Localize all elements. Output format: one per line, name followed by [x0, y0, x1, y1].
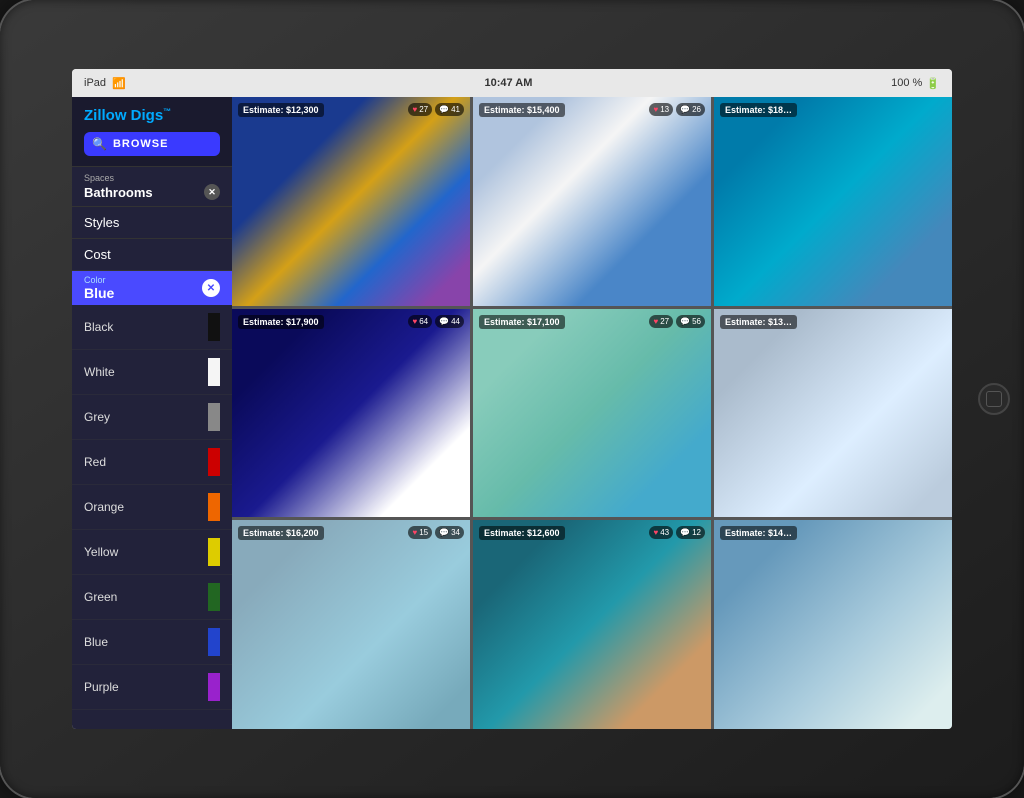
color-item-white[interactable]: White	[72, 350, 232, 395]
color-item-label: Blue	[84, 635, 108, 649]
spaces-filter[interactable]: Spaces Bathrooms ✕	[72, 167, 232, 207]
color-filter-label: Color	[84, 275, 114, 285]
browse-row[interactable]: 🔍 BROWSE	[84, 132, 220, 156]
ipad-device: iPad 📶 10:47 AM 100 % 🔋 Zillow Digs™ 🔍	[0, 0, 1024, 798]
hearts-badge-1: ♥27	[408, 103, 432, 116]
color-swatch-blue	[208, 628, 220, 656]
main-area: Zillow Digs™ 🔍 BROWSE Spaces Bathrooms ✕	[72, 97, 952, 729]
color-item-grey[interactable]: Grey	[72, 395, 232, 440]
browse-label: BROWSE	[113, 138, 169, 150]
status-right: 100 % 🔋	[891, 77, 940, 90]
color-filter-active[interactable]: Color Blue ✕	[72, 271, 232, 305]
hearts-badge-2: ♥13	[649, 103, 673, 116]
grid-item-1[interactable]: Estimate: $12,300 ♥27 💬41	[232, 97, 470, 306]
color-item-black[interactable]: Black	[72, 305, 232, 350]
device-model: iPad	[84, 77, 106, 89]
social-badges-4: ♥64 💬44	[408, 315, 464, 328]
home-button-inner	[986, 391, 1002, 407]
wifi-icon: 📶	[112, 77, 126, 90]
color-item-label: Black	[84, 320, 113, 334]
color-item-blue[interactable]: Blue	[72, 620, 232, 665]
ipad-screen: iPad 📶 10:47 AM 100 % 🔋 Zillow Digs™ 🔍	[72, 69, 952, 729]
color-item-label: Red	[84, 455, 106, 469]
spaces-filter-label: Spaces	[84, 173, 220, 183]
hearts-badge-7: ♥15	[408, 526, 432, 539]
styles-filter[interactable]: Styles	[72, 207, 232, 239]
comments-badge-1: 💬41	[435, 103, 464, 116]
color-swatch-white	[208, 358, 220, 386]
color-swatch-orange	[208, 493, 220, 521]
estimate-label-1: Estimate: $12,300	[238, 103, 324, 117]
sidebar-header: Zillow Digs™ 🔍 BROWSE	[72, 97, 232, 167]
color-item-yellow[interactable]: Yellow	[72, 530, 232, 575]
grid-item-4[interactable]: Estimate: $17,900 ♥64 💬44	[232, 309, 470, 518]
status-bar: iPad 📶 10:47 AM 100 % 🔋	[72, 69, 952, 97]
comments-badge-8: 💬12	[676, 526, 705, 539]
color-item-label: Orange	[84, 500, 124, 514]
grid-item-5[interactable]: Estimate: $17,100 ♥27 💬56	[473, 309, 711, 518]
color-item-label: Yellow	[84, 545, 118, 559]
estimate-label-5: Estimate: $17,100	[479, 315, 565, 329]
comments-badge-7: 💬34	[435, 526, 464, 539]
grid-item-6[interactable]: Estimate: $13…	[714, 309, 952, 518]
battery-icon: 🔋	[926, 77, 940, 90]
social-badges-1: ♥27 💬41	[408, 103, 464, 116]
cost-filter[interactable]: Cost	[72, 239, 232, 271]
social-badges-2: ♥13 💬26	[649, 103, 705, 116]
color-item-label: Purple	[84, 680, 119, 694]
social-badges-5: ♥27 💬56	[649, 315, 705, 328]
estimate-label-2: Estimate: $15,400	[479, 103, 565, 117]
color-item-label: White	[84, 365, 115, 379]
status-time: 10:47 AM	[484, 77, 532, 89]
estimate-label-9: Estimate: $14…	[720, 526, 797, 540]
search-icon: 🔍	[92, 137, 107, 151]
app-title: Zillow Digs™	[84, 107, 220, 124]
social-badges-7: ♥15 💬34	[408, 526, 464, 539]
estimate-label-6: Estimate: $13…	[720, 315, 797, 329]
color-item-label: Grey	[84, 410, 110, 424]
color-list: Black White Grey Red Orange Yellow Green…	[72, 305, 232, 710]
estimate-label-3: Estimate: $18…	[720, 103, 797, 117]
color-swatch-purple	[208, 673, 220, 701]
color-filter-value: Blue	[84, 285, 114, 301]
color-item-orange[interactable]: Orange	[72, 485, 232, 530]
hearts-badge-4: ♥64	[408, 315, 432, 328]
estimate-label-4: Estimate: $17,900	[238, 315, 324, 329]
content-grid: Estimate: $12,300 ♥27 💬41 Estimate: $15,…	[232, 97, 952, 729]
color-clear-button[interactable]: ✕	[202, 279, 220, 297]
comments-badge-5: 💬56	[676, 315, 705, 328]
comments-badge-2: 💬26	[676, 103, 705, 116]
spaces-clear-button[interactable]: ✕	[204, 184, 220, 200]
color-item-label: Green	[84, 590, 117, 604]
home-button[interactable]	[978, 383, 1010, 415]
status-left: iPad 📶	[84, 77, 126, 90]
hearts-badge-8: ♥43	[649, 526, 673, 539]
color-swatch-green	[208, 583, 220, 611]
estimate-label-8: Estimate: $12,600	[479, 526, 565, 540]
spaces-filter-value: Bathrooms ✕	[84, 184, 220, 200]
color-item-green[interactable]: Green	[72, 575, 232, 620]
color-swatch-grey	[208, 403, 220, 431]
grid-item-2[interactable]: Estimate: $15,400 ♥13 💬26	[473, 97, 711, 306]
color-item-purple[interactable]: Purple	[72, 665, 232, 710]
grid-item-3[interactable]: Estimate: $18…	[714, 97, 952, 306]
hearts-badge-5: ♥27	[649, 315, 673, 328]
estimate-label-7: Estimate: $16,200	[238, 526, 324, 540]
grid-item-9[interactable]: Estimate: $14…	[714, 520, 952, 729]
color-swatch-red	[208, 448, 220, 476]
sidebar: Zillow Digs™ 🔍 BROWSE Spaces Bathrooms ✕	[72, 97, 232, 729]
color-filter-inner: Color Blue	[84, 275, 114, 301]
social-badges-8: ♥43 💬12	[649, 526, 705, 539]
grid-item-7[interactable]: Estimate: $16,200 ♥15 💬34	[232, 520, 470, 729]
color-swatch-black	[208, 313, 220, 341]
color-swatch-yellow	[208, 538, 220, 566]
battery-label: 100 %	[891, 77, 922, 89]
grid-item-8[interactable]: Estimate: $12,600 ♥43 💬12	[473, 520, 711, 729]
comments-badge-4: 💬44	[435, 315, 464, 328]
color-item-red[interactable]: Red	[72, 440, 232, 485]
